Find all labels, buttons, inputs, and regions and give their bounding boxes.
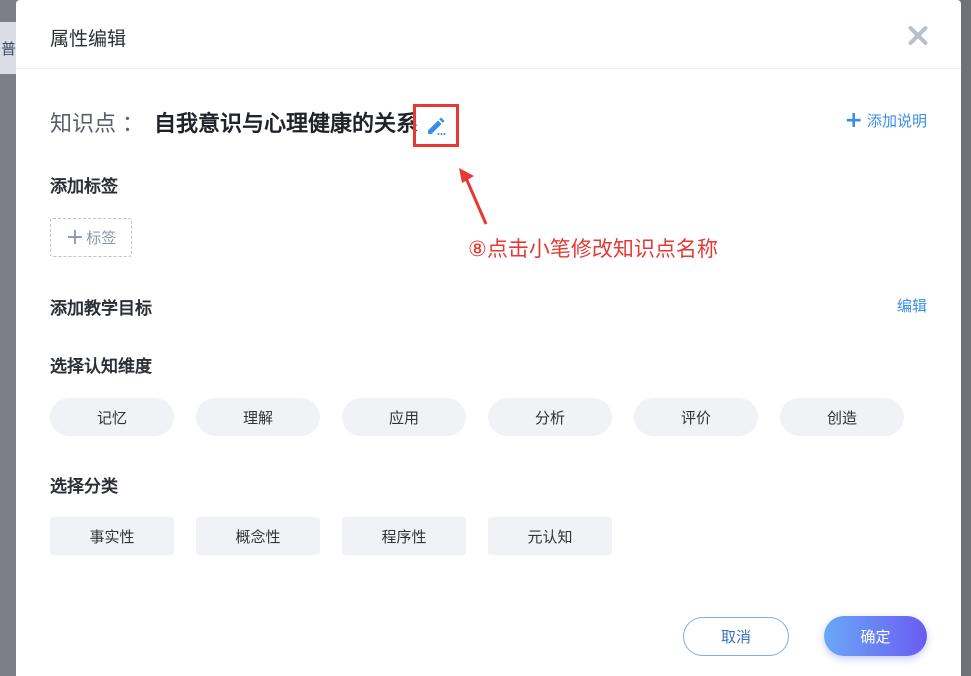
pencil-icon[interactable]: [425, 115, 447, 137]
background-text: 普: [0, 39, 16, 58]
knowledge-point-label: 知识点: [50, 112, 117, 137]
knowledge-point-name: 自我意识与心理健康的关系: [154, 112, 419, 137]
knowledge-point-row: 知识点 ： 自我意识与心理健康的关系: [50, 104, 418, 140]
close-icon[interactable]: [907, 24, 929, 46]
cognitive-option-understand[interactable]: 理解: [196, 398, 320, 436]
classification-section-title: 选择分类: [50, 477, 118, 497]
plus-icon: +: [844, 107, 863, 133]
background-page-fragment: 普: [0, 22, 16, 74]
classification-option-factual[interactable]: 事实性: [50, 517, 174, 555]
highlight-box: [413, 104, 459, 147]
plus-icon: +: [65, 224, 85, 250]
add-description-label: 添加说明: [866, 112, 927, 130]
background-overlay: [961, 0, 971, 676]
label-separator: ：: [122, 112, 145, 137]
edit-teaching-goal-link[interactable]: 编辑: [897, 295, 927, 316]
cognitive-option-create[interactable]: 创造: [780, 398, 904, 436]
property-edit-dialog: 属性编辑 知识点 ： 自我意识与心理健康的关系 + 添加说明 添加标签 + 标签…: [16, 0, 961, 676]
classification-option-procedural[interactable]: 程序性: [342, 517, 466, 555]
classification-option-metacognitive[interactable]: 元认知: [488, 517, 612, 555]
dialog-header: 属性编辑: [16, 0, 961, 69]
add-tag-label: 标签: [86, 229, 117, 247]
cognitive-option-apply[interactable]: 应用: [342, 398, 466, 436]
confirm-button[interactable]: 确定: [824, 616, 927, 656]
annotation-arrow: [459, 168, 488, 225]
cognitive-option-remember[interactable]: 记忆: [50, 398, 174, 436]
annotation-text: ⑧点击小笔修改知识点名称: [468, 237, 718, 261]
add-description-link[interactable]: + 添加说明: [844, 107, 927, 133]
teaching-goal-section-title: 添加教学目标: [50, 299, 152, 319]
dialog-title: 属性编辑: [50, 28, 127, 50]
cancel-button[interactable]: 取消: [683, 617, 789, 656]
classification-option-conceptual[interactable]: 概念性: [196, 517, 320, 555]
cognitive-option-evaluate[interactable]: 评价: [634, 398, 758, 436]
cognitive-option-analyze[interactable]: 分析: [488, 398, 612, 436]
add-tag-button[interactable]: + 标签: [50, 218, 132, 257]
tags-section-title: 添加标签: [50, 177, 118, 197]
cognitive-dimension-section-title: 选择认知维度: [50, 357, 152, 377]
